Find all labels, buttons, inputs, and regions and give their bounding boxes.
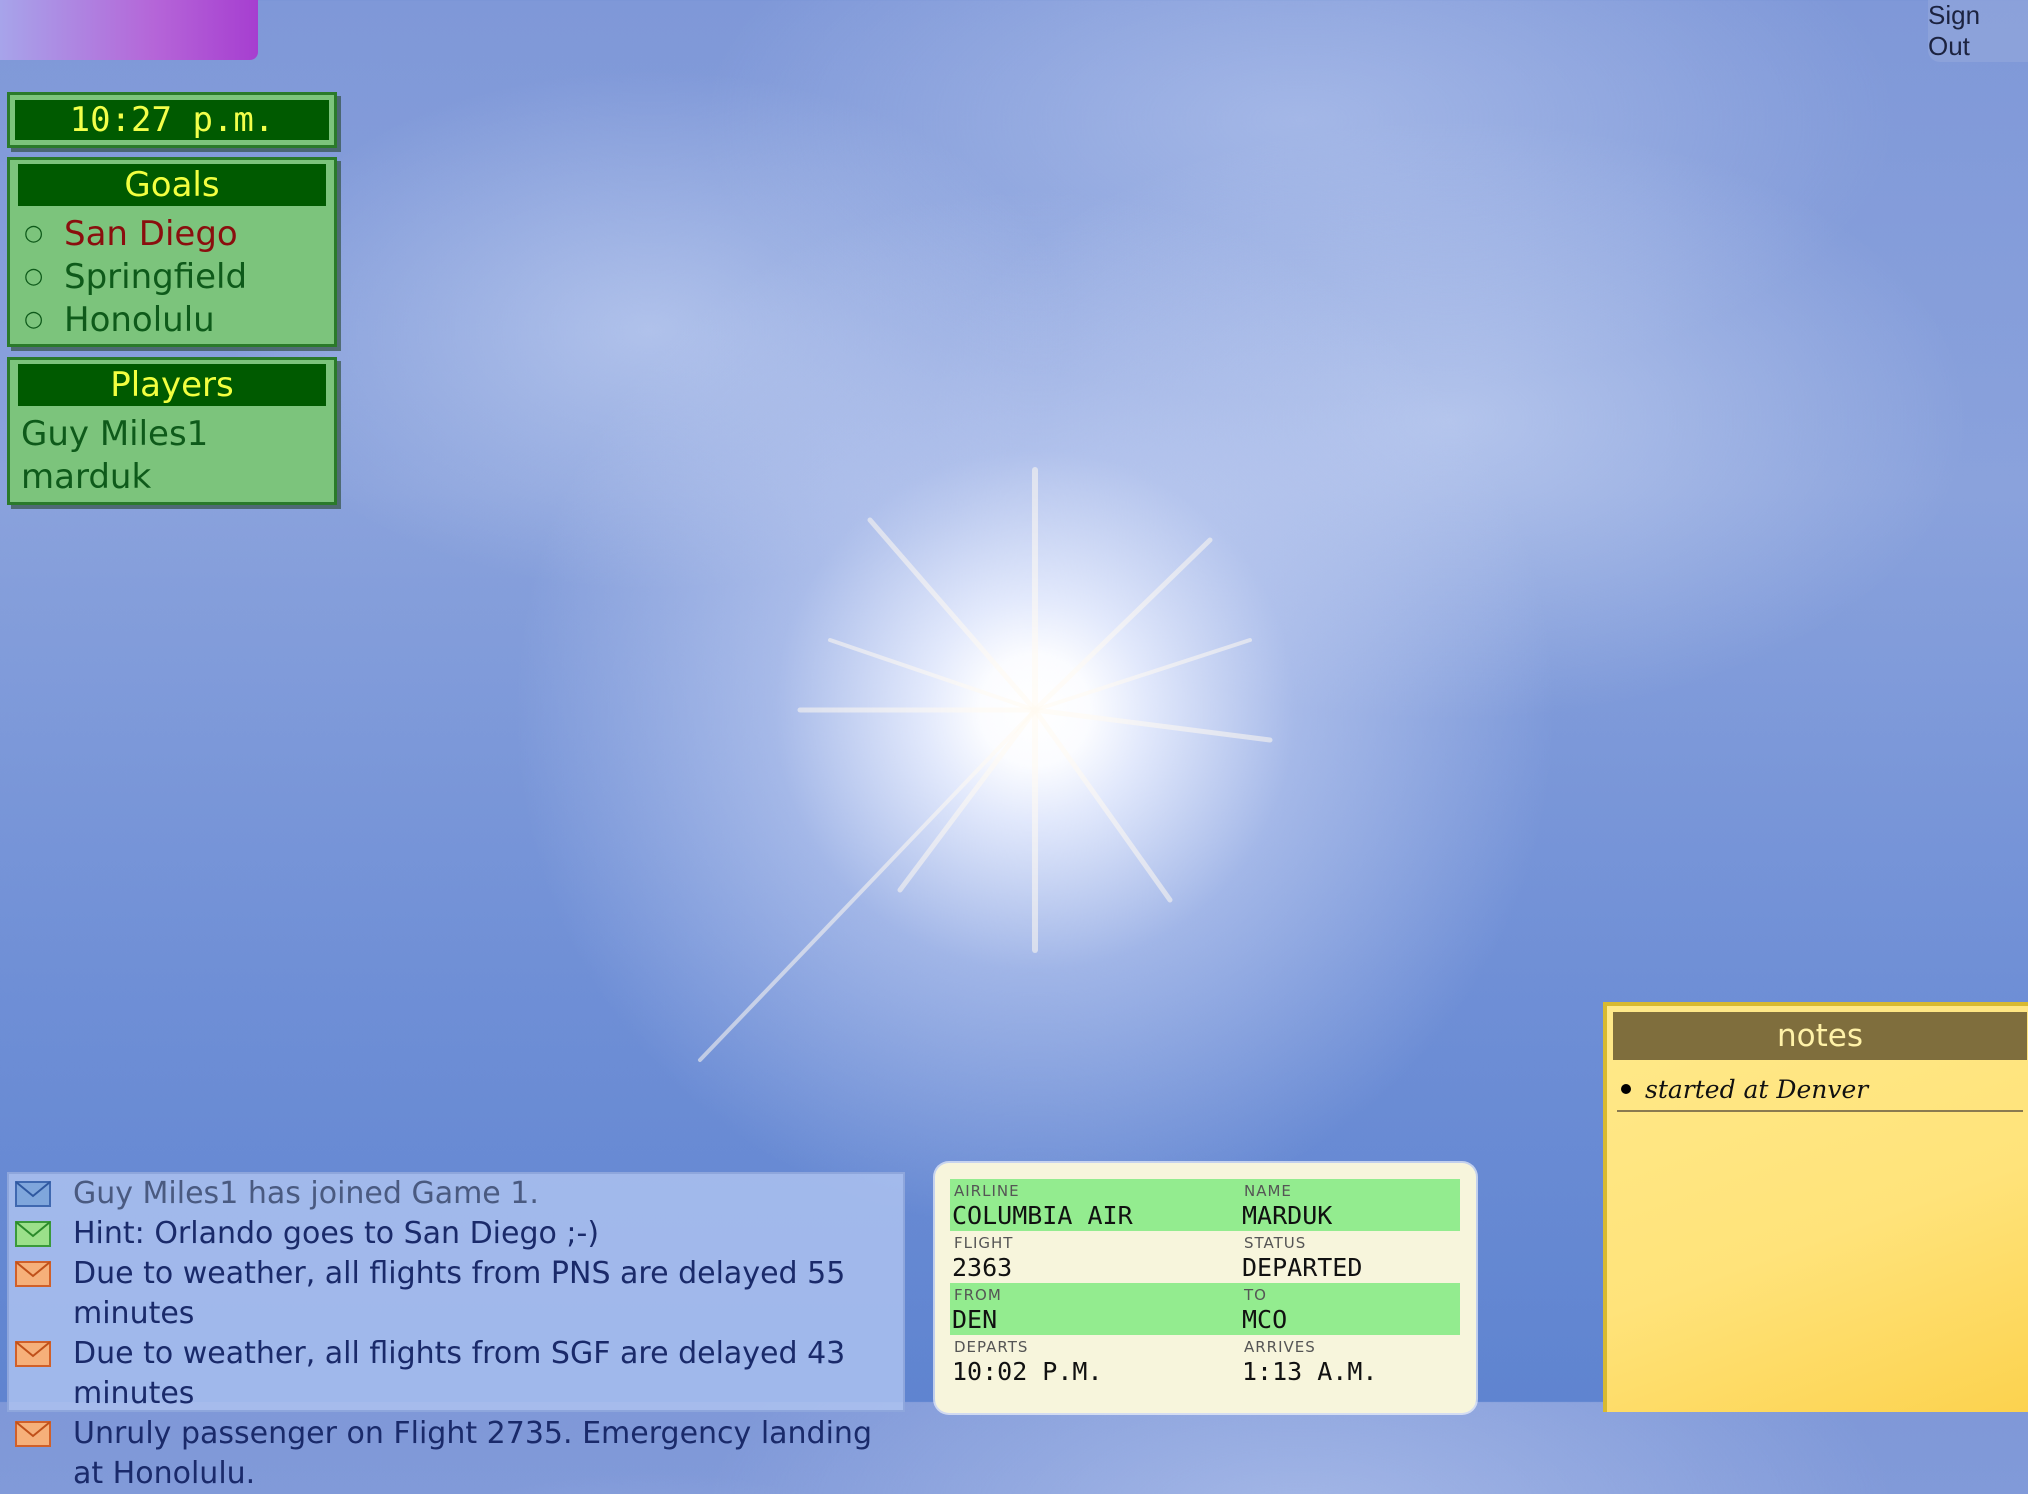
note-text: started at Denver [1645, 1074, 1869, 1104]
goal-circle-icon: ○ [24, 264, 44, 289]
message-text: Due to weather, all flights from PNS are… [73, 1256, 846, 1331]
players-title: Players [18, 364, 326, 406]
player-name: marduk [21, 456, 152, 497]
goals-panel: Goals ○ San Diego ○ Springfield ○ Honolulu [7, 157, 337, 347]
message-item: Unruly passenger on Flight 2735. Emergen… [9, 1414, 903, 1494]
airline-value: COLUMBIA AIR [952, 1201, 1133, 1230]
sign-out-button[interactable]: Sign Out [1928, 0, 2028, 62]
message-text: Hint: Orlando goes to San Diego ;-) [73, 1216, 600, 1251]
arrives-label: ARRIVES [1244, 1338, 1316, 1356]
ticket-row: DEPARTS 10:02 P.M. ARRIVES 1:13 A.M. [950, 1335, 1460, 1387]
name-label: NAME [1244, 1182, 1292, 1200]
ticket-row: AIRLINE COLUMBIA AIR NAME MARDUK [950, 1179, 1460, 1231]
goal-circle-icon: ○ [24, 221, 44, 246]
to-value: MCO [1242, 1305, 1288, 1334]
goal-item[interactable]: ○ Honolulu [10, 298, 334, 341]
arrives-value: 1:13 A.M. [1242, 1357, 1378, 1386]
clock-time: 10:27 p.m. [15, 100, 329, 140]
goal-label: San Diego [64, 213, 238, 254]
boarding-pass: AIRLINE COLUMBIA AIR NAME MARDUK FLIGHT 236… [935, 1163, 1476, 1413]
departs-label: DEPARTS [954, 1338, 1029, 1356]
airline-label: AIRLINE [954, 1182, 1020, 1200]
flight-label: FLIGHT [954, 1234, 1014, 1252]
envelope-green-icon [15, 1221, 51, 1247]
envelope-blue-icon [15, 1181, 51, 1207]
message-log[interactable]: Guy Miles1 has joined Game 1. Hint: Orla… [7, 1172, 905, 1491]
goal-item[interactable]: ○ San Diego [10, 212, 334, 255]
players-panel: Players Guy Miles1 marduk [7, 357, 337, 505]
from-label: FROM [954, 1286, 1002, 1304]
ticket-row: FLIGHT 2363 STATUS DEPARTED [950, 1231, 1460, 1283]
goal-circle-icon: ○ [24, 307, 44, 332]
status-value: DEPARTED [1242, 1253, 1363, 1282]
status-label: STATUS [1244, 1234, 1307, 1252]
name-value: MARDUK [1242, 1201, 1333, 1230]
clock-panel: 10:27 p.m. [7, 92, 337, 148]
message-item: Due to weather, all flights from SGF are… [9, 1334, 903, 1414]
notes-title: notes [1613, 1012, 2027, 1060]
ticket-row: FROM DEN TO MCO [950, 1283, 1460, 1335]
message-item: Hint: Orlando goes to San Diego ;-) [9, 1214, 903, 1254]
flight-value: 2363 [952, 1253, 1013, 1282]
to-label: TO [1244, 1286, 1267, 1304]
departs-value: 10:02 P.M. [952, 1357, 1103, 1386]
from-value: DEN [952, 1305, 998, 1334]
note-item[interactable]: started at Denver [1617, 1068, 2023, 1112]
envelope-orange-icon [15, 1341, 51, 1367]
message-text: Due to weather, all flights from SGF are… [73, 1336, 846, 1411]
goal-label: Honolulu [64, 299, 215, 340]
notes-panel[interactable]: notes started at Denver [1603, 1002, 2028, 1412]
bullet-icon [1621, 1084, 1631, 1094]
message-text: Guy Miles1 has joined Game 1. [73, 1176, 539, 1211]
message-item: Guy Miles1 has joined Game 1. [9, 1174, 903, 1214]
envelope-orange-icon [15, 1261, 51, 1287]
envelope-orange-icon [15, 1421, 51, 1447]
goal-item[interactable]: ○ Springfield [10, 255, 334, 298]
message-text: Unruly passenger on Flight 2735. Emergen… [73, 1416, 872, 1491]
goal-label: Springfield [64, 256, 248, 297]
player-name: Guy Miles1 [21, 413, 209, 454]
message-item: Due to weather, all flights from PNS are… [9, 1254, 903, 1334]
game-logo[interactable] [0, 0, 258, 60]
goals-title: Goals [18, 164, 326, 206]
